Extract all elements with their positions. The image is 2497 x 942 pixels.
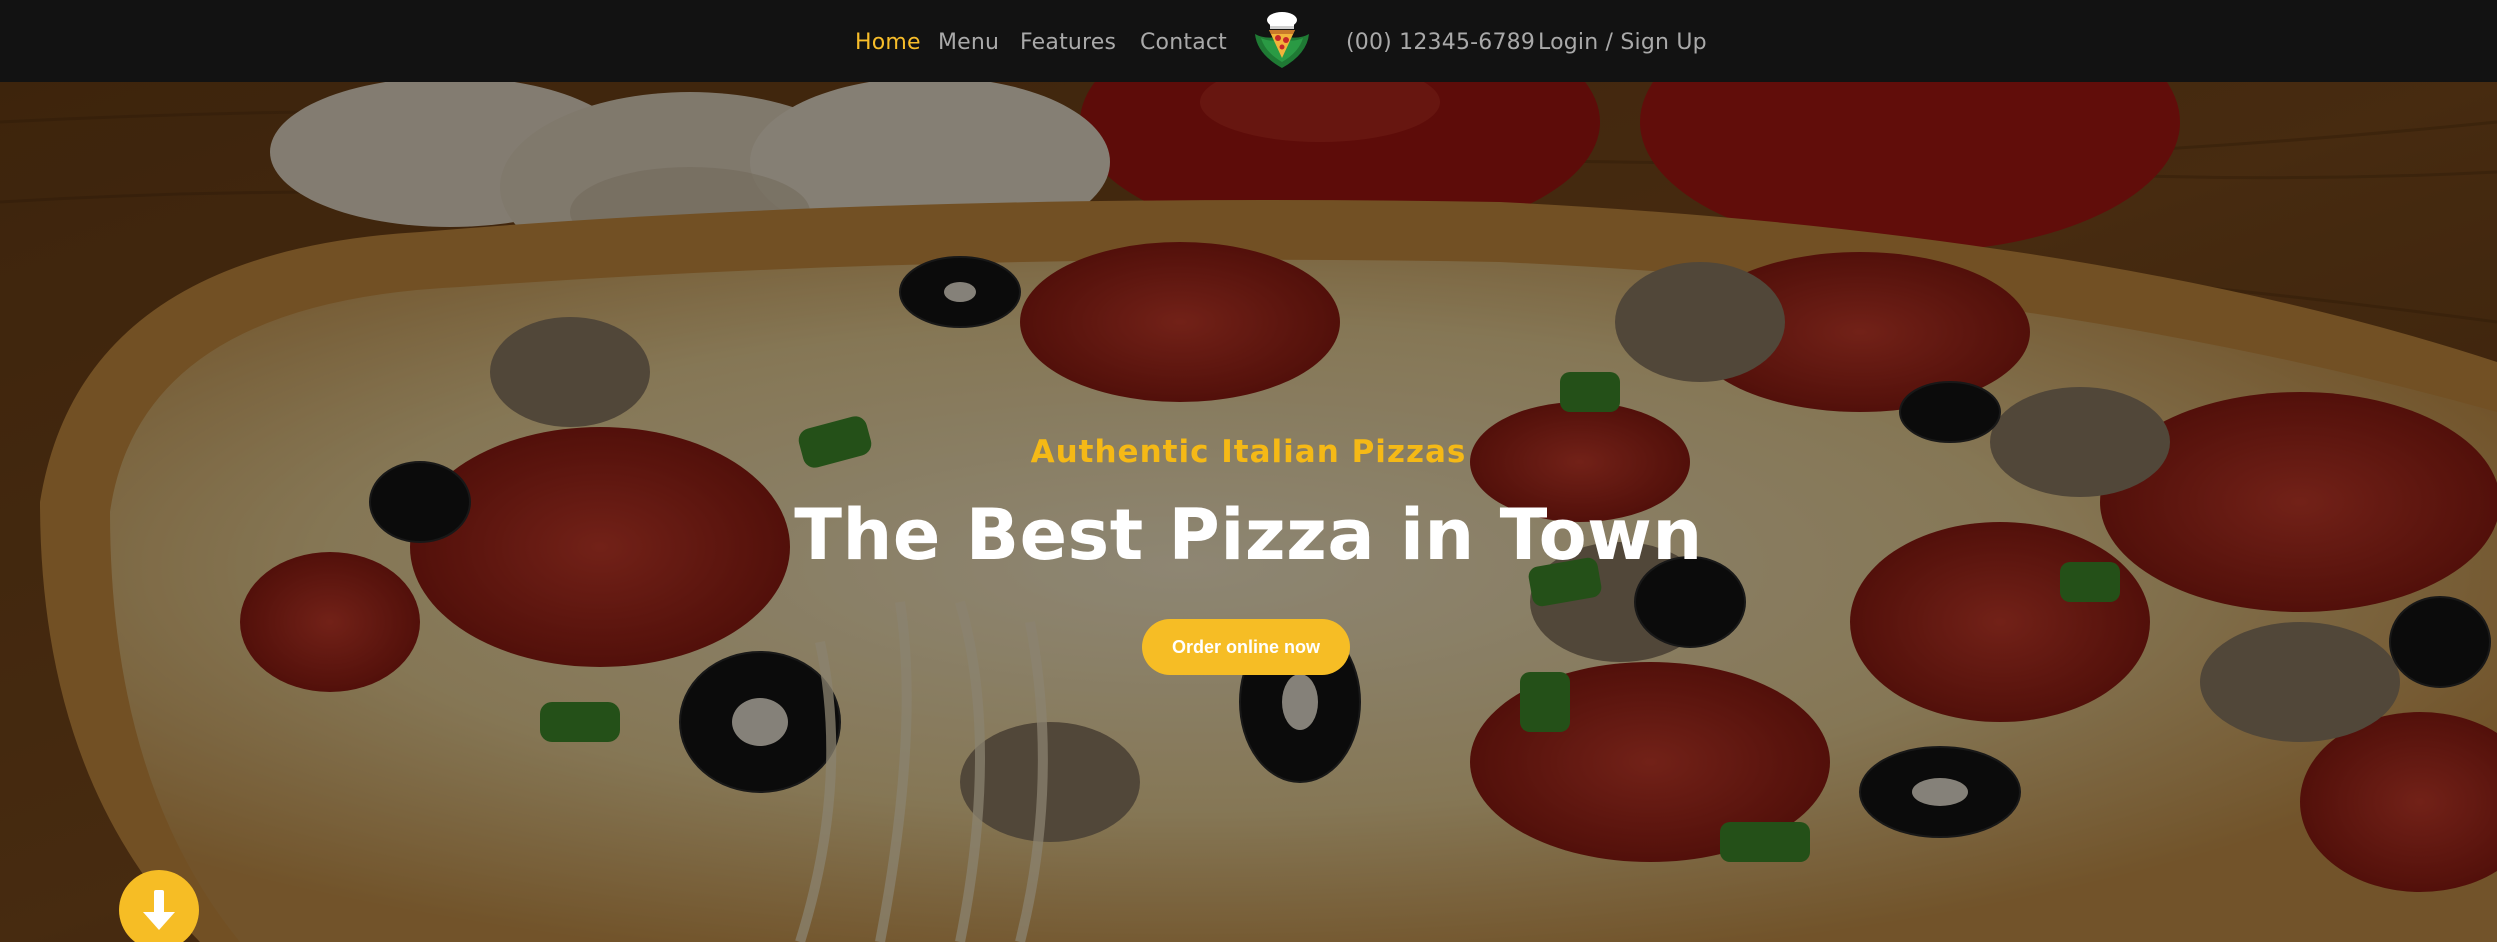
arrow-down-icon — [143, 890, 175, 930]
pizza-logo-icon[interactable] — [1251, 10, 1313, 70]
scroll-down-button[interactable] — [119, 870, 199, 942]
top-navbar: Home Menu Features Contact (00) 12345-67… — [0, 0, 2497, 82]
page: Home Menu Features Contact (00) 12345-67… — [0, 0, 2497, 942]
nav-link-menu[interactable]: Menu — [938, 0, 999, 82]
hero-title: The Best Pizza in Town — [794, 494, 1703, 576]
hero-section: Authentic Italian Pizzas The Best Pizza … — [0, 82, 2497, 942]
nav-link-contact[interactable]: Contact — [1140, 0, 1227, 82]
nav-link-features[interactable]: Features — [1020, 0, 1116, 82]
login-signup-link[interactable]: Login / Sign Up — [1538, 0, 1707, 82]
order-online-button[interactable]: Order online now — [1142, 619, 1350, 675]
nav-link-home[interactable]: Home — [855, 0, 921, 82]
hero-subtitle: Authentic Italian Pizzas — [1030, 434, 1467, 470]
phone-number[interactable]: (00) 12345-6789 — [1346, 0, 1535, 82]
